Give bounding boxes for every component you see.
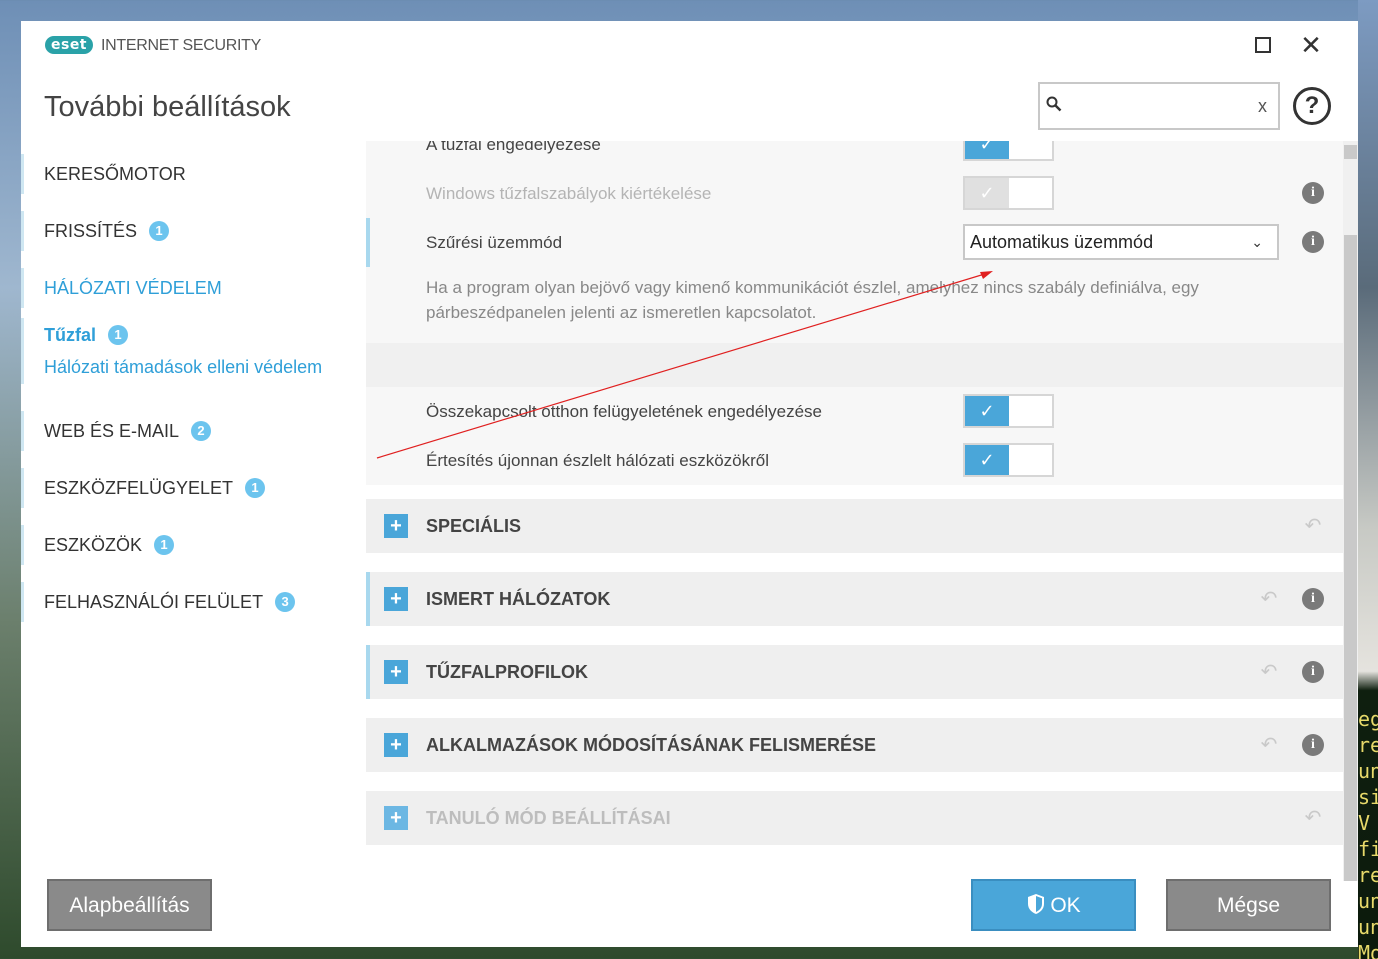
- ok-button[interactable]: OK: [971, 879, 1136, 931]
- expand-icon: +: [384, 514, 408, 538]
- check-icon: ✓: [965, 178, 1009, 208]
- close-icon[interactable]: ✕: [1299, 32, 1323, 58]
- count-badge: 1: [149, 221, 170, 241]
- info-icon[interactable]: i: [1302, 588, 1324, 610]
- help-button[interactable]: ?: [1293, 87, 1331, 125]
- expand-icon: +: [384, 806, 408, 830]
- sidebar-item-label: FRISSÍTÉS: [44, 221, 138, 241]
- sidebar-item-keresomotor[interactable]: KERESŐMOTOR: [21, 154, 361, 194]
- count-badge: 2: [191, 421, 212, 441]
- product-name: INTERNET SECURITY: [101, 37, 261, 54]
- setting-row-new-devices: Értesítés újonnan észlelt hálózati eszkö…: [366, 436, 1344, 485]
- chevron-down-icon: ⌄: [1251, 234, 1263, 250]
- undo-icon[interactable]: ↶: [1301, 806, 1325, 830]
- sidebar-item-eszkozok[interactable]: ESZKÖZÖK 1: [21, 525, 361, 565]
- scrollbar-thumb[interactable]: [1344, 235, 1357, 881]
- info-icon[interactable]: i: [1302, 231, 1324, 253]
- section-tanulo-mod[interactable]: + TANULÓ MÓD BEÁLLÍTÁSAI ↶: [366, 791, 1344, 845]
- info-icon[interactable]: i: [1302, 182, 1324, 204]
- setting-row-filter-mode: Szűrési üzemmód Automatikus üzemmód ⌄ i: [366, 218, 1344, 267]
- section-ismert-halozatok[interactable]: + ISMERT HÁLÓZATOK ↶ i: [366, 572, 1344, 626]
- undo-icon[interactable]: ↶: [1257, 733, 1281, 757]
- count-badge: 3: [275, 592, 296, 612]
- setting-row-windows-rules: Windows tűzfalszabályok kiértékelése ✓ i: [366, 169, 1344, 218]
- sidebar-item-label: Tűzfal: [44, 325, 96, 345]
- sidebar-item-eszkozfelugyelet[interactable]: ESZKÖZFELÜGYELET 1: [21, 468, 361, 508]
- enable-firewall-toggle[interactable]: ✓: [963, 141, 1054, 161]
- background-terminal-text: eg res un si V fin rec un un Mod: [1358, 707, 1378, 959]
- divider: [366, 343, 1344, 387]
- section-tuzfalprofilok[interactable]: + TŰZFALPROFILOK ↶ i: [366, 645, 1344, 699]
- sidebar-item-halozati-vedelem[interactable]: HÁLÓZATI VÉDELEM: [21, 268, 361, 308]
- setting-label: Értesítés újonnan észlelt hálózati eszkö…: [426, 451, 770, 470]
- new-devices-toggle[interactable]: ✓: [963, 443, 1054, 477]
- expand-icon: +: [384, 733, 408, 757]
- sidebar-item-label: FELHASZNÁLÓI FELÜLET: [44, 592, 264, 612]
- cancel-button[interactable]: Mégse: [1166, 879, 1331, 931]
- setting-label: Szűrési üzemmód: [426, 233, 563, 252]
- shield-icon: [1028, 894, 1045, 914]
- sidebar-subitem-halozati-tamadasok[interactable]: Hálózati támadások elleni védelem: [21, 350, 361, 384]
- sidebar-item-label: WEB ÉS E-MAIL: [44, 421, 180, 441]
- undo-icon[interactable]: ↶: [1301, 514, 1325, 538]
- desktop-background: eg res un si V fin rec un un Mod: [1358, 0, 1378, 959]
- setting-label: A tűzfal engedélyezése: [426, 141, 601, 154]
- check-icon: ✓: [965, 141, 1009, 159]
- setting-label: Összekapcsolt otthon felügyeletének enge…: [426, 402, 822, 421]
- filter-mode-description: Ha a program olyan bejövő vagy kimenő ko…: [366, 267, 1344, 343]
- expand-icon: +: [384, 660, 408, 684]
- setting-row-home-monitor: Összekapcsolt otthon felügyeletének enge…: [366, 387, 1344, 436]
- search-field[interactable]: x: [1038, 82, 1280, 130]
- maximize-icon[interactable]: [1251, 33, 1275, 57]
- sidebar-item-frissites[interactable]: FRISSÍTÉS 1: [21, 211, 361, 251]
- section-title: ISMERT HÁLÓZATOK: [426, 589, 611, 609]
- scrollbar-up[interactable]: [1344, 145, 1357, 159]
- clear-search-button[interactable]: x: [1258, 96, 1267, 117]
- info-icon[interactable]: i: [1302, 661, 1324, 683]
- undo-icon[interactable]: ↶: [1257, 587, 1281, 611]
- filter-mode-dropdown[interactable]: Automatikus üzemmód ⌄: [963, 224, 1279, 260]
- ok-label: OK: [1050, 894, 1081, 917]
- title-bar: eset INTERNET SECURITY ✕: [21, 21, 1358, 69]
- setting-label: Windows tűzfalszabályok kiértékelése: [426, 184, 712, 203]
- description-text: Ha a program olyan bejövő vagy kimenő ko…: [426, 278, 1199, 322]
- section-title: ALKALMAZÁSOK MÓDOSÍTÁSÁNAK FELISMERÉSE: [426, 735, 876, 755]
- settings-content: A tűzfal engedélyezése ✓ Windows tűzfals…: [366, 141, 1344, 851]
- info-icon[interactable]: i: [1302, 734, 1324, 756]
- home-monitor-toggle[interactable]: ✓: [963, 394, 1054, 428]
- section-title: SPECIÁLIS: [426, 516, 522, 536]
- search-icon: [1046, 96, 1062, 112]
- sidebar-item-label: ESZKÖZÖK: [44, 535, 143, 555]
- sidebar-item-felhasznaloi-felulet[interactable]: FELHASZNÁLÓI FELÜLET 3: [21, 582, 361, 622]
- count-badge: 1: [154, 535, 175, 555]
- sidebar-subitem-tuzfal[interactable]: Tűzfal 1: [21, 318, 361, 352]
- check-icon: ✓: [965, 445, 1009, 475]
- check-icon: ✓: [965, 396, 1009, 426]
- settings-window: eset INTERNET SECURITY ✕ További beállít…: [21, 21, 1358, 947]
- section-alkalmazasok-modositasa[interactable]: + ALKALMAZÁSOK MÓDOSÍTÁSÁNAK FELISMERÉSE…: [366, 718, 1344, 772]
- reset-default-button[interactable]: Alapbeállítás: [47, 879, 212, 931]
- undo-icon[interactable]: ↶: [1257, 660, 1281, 684]
- expand-icon: +: [384, 587, 408, 611]
- section-specialis[interactable]: + SPECIÁLIS ↶: [366, 499, 1344, 553]
- eset-logo: eset: [45, 36, 93, 54]
- search-input[interactable]: [1068, 92, 1248, 120]
- sidebar-item-label: KERESŐMOTOR: [44, 164, 186, 184]
- count-badge: 1: [245, 478, 266, 498]
- sidebar-item-web-es-email[interactable]: WEB ÉS E-MAIL 2: [21, 411, 361, 451]
- sidebar-item-label: HÁLÓZATI VÉDELEM: [44, 278, 222, 298]
- sidebar-item-label: ESZKÖZFELÜGYELET: [44, 478, 234, 498]
- setting-row-enable-firewall: A tűzfal engedélyezése ✓: [366, 141, 1344, 169]
- sidebar-item-label: Hálózati támadások elleni védelem: [44, 357, 323, 377]
- windows-rules-toggle[interactable]: ✓: [963, 176, 1054, 210]
- dropdown-value: Automatikus üzemmód: [970, 232, 1154, 252]
- section-title: TANULÓ MÓD BEÁLLÍTÁSAI: [426, 808, 671, 828]
- page-title: További beállítások: [44, 91, 291, 123]
- count-badge: 1: [108, 325, 128, 345]
- section-title: TŰZFALPROFILOK: [426, 662, 588, 682]
